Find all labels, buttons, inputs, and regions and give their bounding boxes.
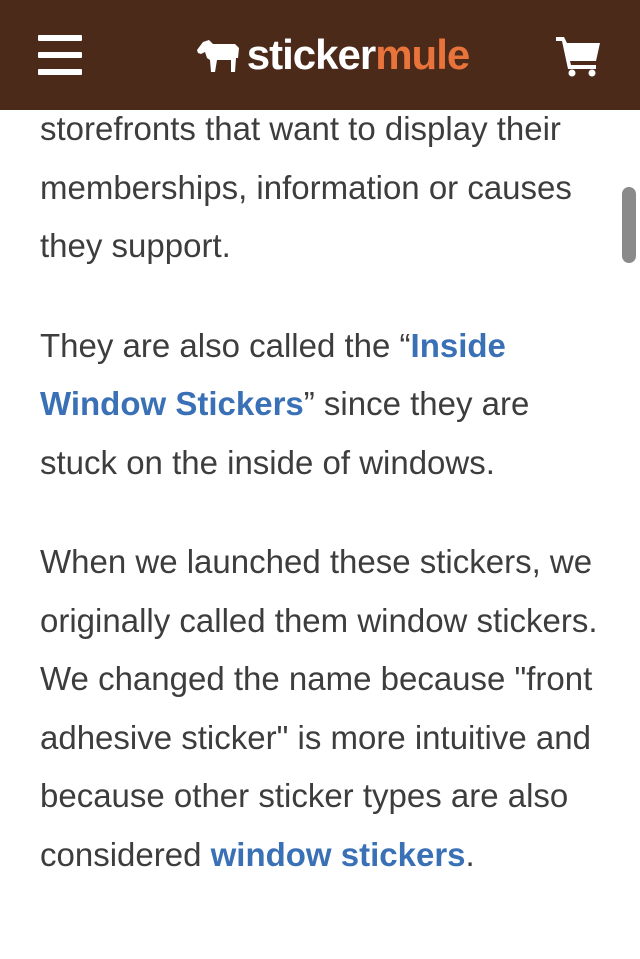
- article-body: storefronts that want to display their m…: [40, 100, 600, 925]
- horse-icon: [196, 40, 239, 72]
- stickermule-logo[interactable]: stickermule: [195, 31, 470, 78]
- top-nav-bar: stickermule: [0, 0, 640, 110]
- menu-bar-middle: [38, 52, 82, 58]
- logo-sticker-text: sticker: [246, 31, 376, 78]
- paragraph-text: When we launched these stickers, we orig…: [40, 543, 598, 873]
- menu-bar-top: [38, 35, 82, 41]
- paragraph-naming-history: When we launched these stickers, we orig…: [40, 533, 600, 884]
- cart-icon[interactable]: [556, 33, 602, 77]
- menu-icon[interactable]: [38, 35, 82, 75]
- paragraph-inside-window: They are also called the “Inside Window …: [40, 317, 600, 493]
- logo-mule-text: mule: [375, 31, 470, 78]
- scrollbar[interactable]: [622, 187, 636, 263]
- menu-bar-bottom: [38, 69, 82, 75]
- logo-wordmark: stickermule: [246, 31, 470, 78]
- paragraph-text: They are also called the “: [40, 326, 411, 364]
- paragraph-text: .: [465, 835, 475, 873]
- paragraph-storefronts: storefronts that want to display their m…: [40, 110, 572, 264]
- window-stickers-link[interactable]: window stickers: [211, 836, 466, 873]
